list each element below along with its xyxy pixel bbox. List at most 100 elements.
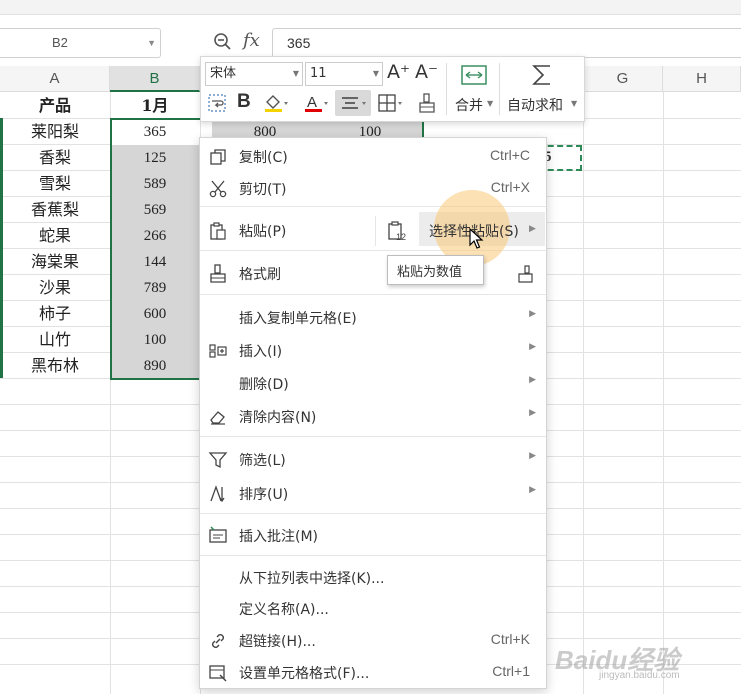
menu-item-hyperlink[interactable]: 超链接(H)... Ctrl+K	[200, 625, 546, 655]
paint-bucket-icon[interactable]	[516, 265, 536, 285]
menu-item-clear-contents[interactable]: 清除内容(N) ▶	[200, 401, 546, 431]
formula-input[interactable]: 365	[272, 28, 741, 58]
menu-label: 定义名称(A)...	[239, 602, 329, 618]
cell-b2[interactable]: 365	[110, 119, 200, 145]
cell-a2[interactable]: 莱阳梨	[0, 119, 110, 145]
fx-icon[interactable]: fx	[243, 30, 260, 51]
font-name-select[interactable]: 宋体 ▼	[205, 62, 303, 86]
chevron-down-icon[interactable]: ▼	[373, 63, 379, 85]
chevron-down-icon[interactable]: ▼	[571, 99, 577, 108]
format-cells-icon	[209, 665, 227, 682]
align-center-icon	[342, 97, 366, 109]
cell-a8[interactable]: 沙果	[0, 275, 110, 301]
paste-values-icon[interactable]: 12	[386, 220, 408, 242]
menu-label: 复制(C)	[239, 150, 288, 166]
menu-item-paste[interactable]: 粘贴(P)	[200, 215, 375, 245]
chevron-down-icon[interactable]: ▼	[293, 63, 299, 85]
svg-text:A: A	[307, 94, 317, 111]
watermark-url: jingyan.baidu.com	[599, 670, 680, 681]
format-painter-icon	[210, 264, 226, 283]
column-header-g[interactable]: G	[583, 66, 663, 92]
wrap-text-icon[interactable]	[207, 93, 227, 113]
sort-icon	[210, 485, 225, 503]
menu-divider	[375, 216, 376, 246]
cell-a9[interactable]: 柿子	[0, 301, 110, 327]
cell-b5[interactable]: 569	[110, 197, 200, 223]
column-header-b[interactable]: B	[110, 66, 200, 92]
clipboard-icon	[210, 222, 226, 240]
menu-divider	[200, 294, 546, 295]
menu-label: 设置单元格格式(F)...	[239, 666, 370, 682]
cell-b10[interactable]: 100	[110, 327, 200, 353]
menu-item-insert-copied-cells[interactable]: 插入复制单元格(E) ▶	[200, 302, 546, 332]
autosum-button[interactable]: 自动求和 ▼	[503, 61, 581, 117]
menu-label: 剪切(T)	[239, 182, 287, 198]
menu-label: 清除内容(N)	[239, 410, 317, 426]
cell-b11[interactable]: 890	[110, 353, 200, 379]
menu-item-pick-from-list[interactable]: 从下拉列表中选择(K)...	[200, 562, 546, 592]
chevron-down-icon[interactable]: ▼	[487, 99, 493, 108]
increase-font-button[interactable]: A⁺	[387, 61, 410, 83]
menu-item-define-name[interactable]: 定义名称(A)...	[200, 593, 546, 623]
menu-item-format-painter[interactable]: 格式刷	[200, 258, 546, 288]
borders-icon[interactable]	[377, 93, 405, 113]
merge-button[interactable]: 合并 ▼	[451, 61, 497, 117]
font-size-select[interactable]: 11 ▼	[305, 62, 383, 86]
comment-icon	[209, 526, 227, 543]
cell-a11[interactable]: 黑布林	[0, 353, 110, 379]
cell-b3[interactable]: 125	[110, 145, 200, 171]
chevron-right-icon: ▶	[529, 224, 536, 234]
column-header-h[interactable]: H	[663, 66, 741, 92]
fill-color-icon[interactable]	[263, 93, 289, 113]
name-box[interactable]: B2 ▼	[0, 28, 161, 58]
format-painter-icon[interactable]	[417, 92, 437, 114]
tooltip: 粘贴为数值	[387, 255, 484, 285]
chevron-right-icon: ▶	[529, 451, 536, 461]
cell-a10[interactable]: 山竹	[0, 327, 110, 353]
cell-a5[interactable]: 香蕉梨	[0, 197, 110, 223]
font-name-value: 宋体	[210, 66, 237, 81]
cell-b4[interactable]: 589	[110, 171, 200, 197]
bold-button[interactable]: B	[237, 91, 251, 113]
cell-a6[interactable]: 蛇果	[0, 223, 110, 249]
merge-cells-icon	[461, 65, 487, 85]
menu-item-insert-comment[interactable]: 插入批注(M)	[200, 520, 546, 550]
gridline	[663, 92, 664, 694]
cell-a1[interactable]: 产品	[0, 93, 110, 119]
font-color-icon[interactable]: A	[303, 93, 329, 113]
cell-b9[interactable]: 600	[110, 301, 200, 327]
eraser-icon	[210, 411, 225, 425]
menu-item-insert[interactable]: 插入(I) ▶	[200, 335, 546, 365]
zoom-icon[interactable]	[213, 32, 233, 52]
menu-divider	[200, 513, 546, 514]
menu-item-filter[interactable]: 筛选(L) ▶	[200, 444, 546, 474]
cell-a3[interactable]: 香梨	[0, 145, 110, 171]
menu-label: 超链接(H)...	[239, 634, 316, 650]
menu-label: 插入复制单元格(E)	[239, 311, 357, 327]
watermark: Baidu经验 jingyan.baidu.com	[555, 640, 680, 681]
chevron-right-icon: ▶	[529, 375, 536, 385]
decrease-font-button[interactable]: A⁻	[415, 61, 438, 83]
menu-item-delete[interactable]: 删除(D) ▶	[200, 368, 546, 398]
toolbar-divider	[446, 63, 447, 115]
font-size-value: 11	[310, 66, 327, 81]
menu-item-copy[interactable]: 复制(C) Ctrl+C	[200, 141, 546, 171]
cell-a7[interactable]: 海棠果	[0, 249, 110, 275]
column-header-a[interactable]: A	[0, 66, 110, 92]
menu-label: 从下拉列表中选择(K)...	[239, 571, 385, 587]
menu-item-sort[interactable]: 排序(U) ▶	[200, 478, 546, 508]
chevron-right-icon: ▶	[529, 485, 536, 495]
cell-b8[interactable]: 789	[110, 275, 200, 301]
chevron-right-icon: ▶	[529, 408, 536, 418]
menu-label: 格式刷	[239, 267, 281, 283]
cell-b6[interactable]: 266	[110, 223, 200, 249]
cell-a4[interactable]: 雪梨	[0, 171, 110, 197]
menu-divider	[200, 436, 546, 437]
menu-shortcut: Ctrl+C	[489, 147, 530, 163]
mouse-cursor-icon	[469, 228, 484, 249]
menu-item-format-cells[interactable]: 设置单元格格式(F)... Ctrl+1	[200, 657, 546, 687]
cell-b7[interactable]: 144	[110, 249, 200, 275]
align-center-button[interactable]	[335, 90, 371, 116]
cell-b1[interactable]: 1月	[110, 93, 200, 119]
chevron-down-icon[interactable]: ▼	[147, 29, 156, 57]
